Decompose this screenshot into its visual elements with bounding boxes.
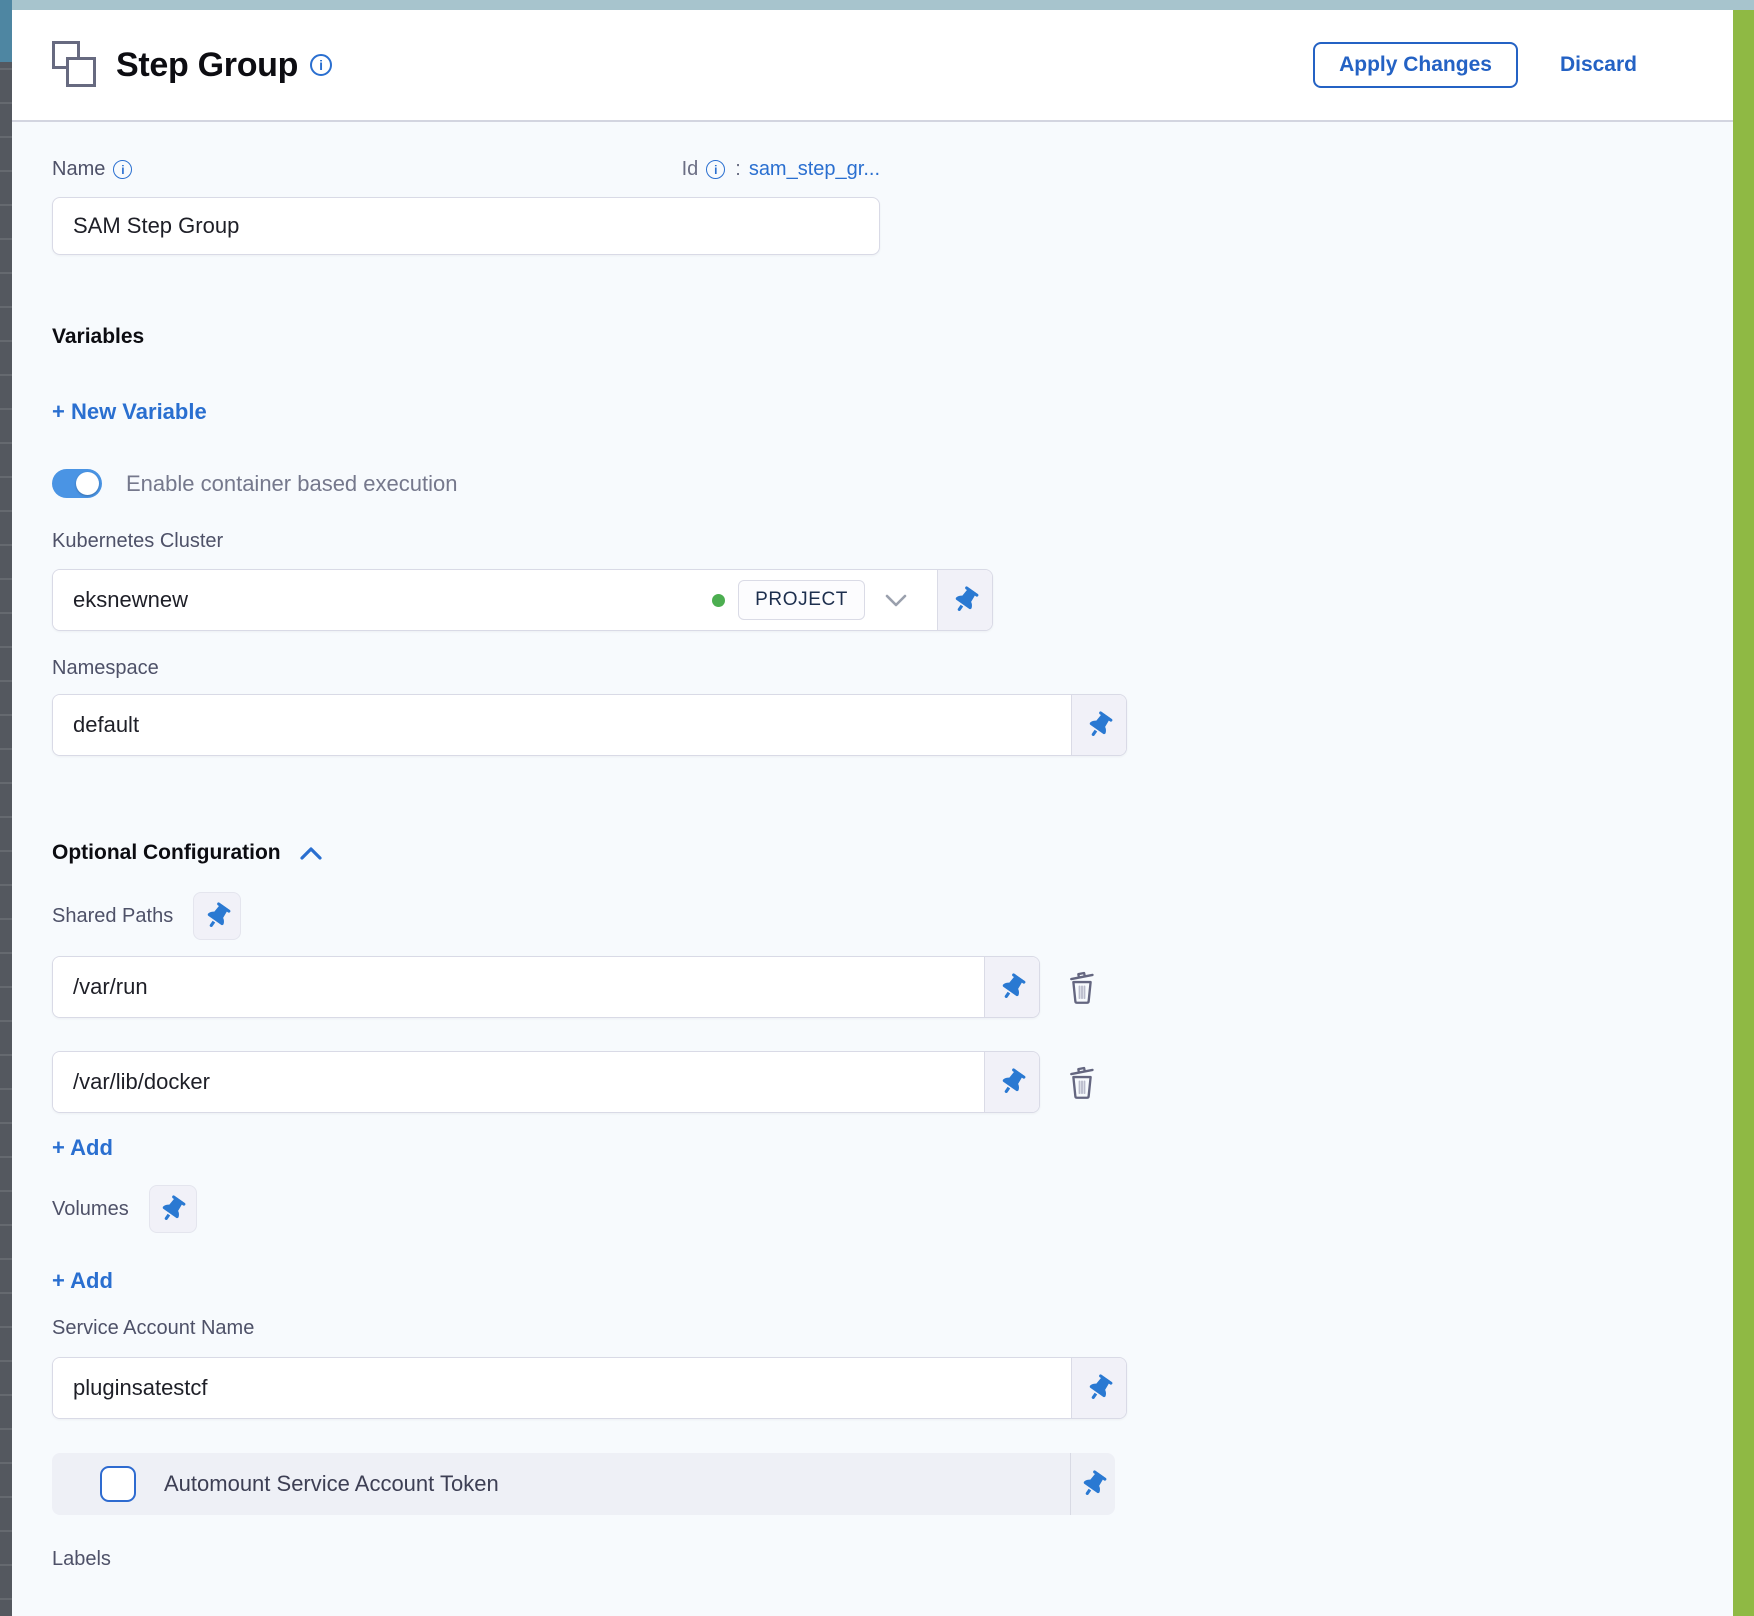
pin-icon bbox=[996, 971, 1028, 1004]
namespace-input[interactable]: default bbox=[73, 712, 139, 738]
service-account-pin-button[interactable] bbox=[1071, 1358, 1126, 1418]
shared-path-pin-button[interactable] bbox=[984, 1052, 1039, 1112]
top-window-strip bbox=[0, 0, 1754, 10]
step-group-icon bbox=[52, 41, 98, 89]
shared-path-input[interactable]: /var/lib/docker bbox=[73, 1069, 210, 1095]
page-title: Step Group bbox=[116, 46, 298, 85]
trash-icon bbox=[1066, 968, 1098, 1006]
variables-heading: Variables bbox=[52, 325, 1733, 349]
pin-icon bbox=[201, 900, 233, 933]
service-account-input[interactable]: pluginsatestcf bbox=[73, 1375, 208, 1401]
kubernetes-cluster-pin-button[interactable] bbox=[937, 570, 992, 630]
shared-path-input[interactable]: /var/run bbox=[73, 974, 148, 1000]
name-id-row: Name i Id i : sam_step_gr... bbox=[52, 158, 880, 181]
kubernetes-cluster-select[interactable]: eksnewnew PROJECT bbox=[52, 569, 993, 631]
namespace-pin-button[interactable] bbox=[1071, 695, 1126, 755]
new-variable-button[interactable]: + New Variable bbox=[52, 399, 207, 425]
namespace-label: Namespace bbox=[52, 657, 1733, 680]
pin-icon bbox=[949, 584, 981, 617]
shared-paths-label-row: Shared Paths bbox=[52, 892, 1733, 940]
shared-path-field-group: /var/run bbox=[52, 956, 1040, 1018]
add-volume-button[interactable]: + Add bbox=[52, 1268, 113, 1294]
id-colon: : bbox=[735, 158, 741, 181]
name-info-icon[interactable]: i bbox=[113, 160, 132, 179]
shared-path-field-group: /var/lib/docker bbox=[52, 1051, 1040, 1113]
name-label: Name bbox=[52, 158, 105, 181]
namespace-field-group: default bbox=[52, 694, 1127, 756]
discard-button[interactable]: Discard bbox=[1560, 53, 1637, 77]
id-label: Id bbox=[682, 158, 699, 181]
apply-changes-button[interactable]: Apply Changes bbox=[1313, 42, 1518, 88]
chevron-up-icon bbox=[299, 846, 323, 861]
pin-icon bbox=[996, 1066, 1028, 1099]
automount-label: Automount Service Account Token bbox=[164, 1471, 499, 1497]
step-group-config-panel: Step Group i Apply Changes Discard Name … bbox=[12, 10, 1733, 1616]
name-input[interactable] bbox=[52, 197, 880, 255]
volumes-label: Volumes bbox=[52, 1198, 129, 1221]
collapse-section-button[interactable] bbox=[299, 846, 323, 861]
id-group: Id i : sam_step_gr... bbox=[682, 158, 880, 181]
shared-path-row: /var/lib/docker bbox=[52, 1051, 1733, 1113]
container-execution-toggle-label: Enable container based execution bbox=[126, 471, 457, 497]
volumes-label-row: Volumes bbox=[52, 1185, 1733, 1233]
scope-badge: PROJECT bbox=[738, 580, 865, 620]
yaml-editor-edge-strip bbox=[0, 0, 12, 1616]
id-value[interactable]: sam_step_gr... bbox=[749, 158, 880, 181]
container-execution-toggle[interactable] bbox=[52, 469, 102, 498]
pin-icon bbox=[1083, 709, 1115, 742]
service-account-field-group: pluginsatestcf bbox=[52, 1357, 1127, 1419]
connector-status-dot bbox=[712, 594, 725, 607]
id-info-icon[interactable]: i bbox=[706, 160, 725, 179]
delete-shared-path-button[interactable] bbox=[1066, 968, 1098, 1006]
chevron-down-icon[interactable] bbox=[885, 594, 907, 607]
add-shared-path-button[interactable]: + Add bbox=[52, 1135, 113, 1161]
volumes-pin-button[interactable] bbox=[149, 1185, 197, 1233]
automount-row: Automount Service Account Token bbox=[52, 1453, 1115, 1515]
delete-shared-path-button[interactable] bbox=[1066, 1063, 1098, 1101]
panel-header: Step Group i Apply Changes Discard bbox=[12, 10, 1733, 122]
pin-icon bbox=[157, 1193, 189, 1226]
pin-icon bbox=[1077, 1468, 1109, 1501]
shared-paths-pin-button[interactable] bbox=[193, 892, 241, 940]
kubernetes-cluster-label: Kubernetes Cluster bbox=[52, 530, 1733, 553]
automount-checkbox[interactable] bbox=[100, 1466, 136, 1502]
optional-configuration-heading: Optional Configuration bbox=[52, 841, 281, 865]
shared-path-pin-button[interactable] bbox=[984, 957, 1039, 1017]
shared-paths-label: Shared Paths bbox=[52, 905, 173, 928]
automount-pin-button[interactable] bbox=[1070, 1453, 1115, 1515]
pin-icon bbox=[1083, 1372, 1115, 1405]
title-info-icon[interactable]: i bbox=[310, 54, 332, 76]
panel-body: Name i Id i : sam_step_gr... Variables +… bbox=[12, 122, 1733, 1616]
kubernetes-cluster-value: eksnewnew bbox=[73, 587, 188, 613]
corner-accent bbox=[0, 0, 12, 62]
container-execution-toggle-row: Enable container based execution bbox=[52, 469, 1733, 498]
service-account-name-label: Service Account Name bbox=[52, 1317, 1733, 1340]
labels-label: Labels bbox=[52, 1548, 1733, 1571]
shared-path-row: /var/run bbox=[52, 956, 1733, 1018]
trash-icon bbox=[1066, 1063, 1098, 1101]
right-scroll-strip[interactable] bbox=[1733, 10, 1754, 1616]
